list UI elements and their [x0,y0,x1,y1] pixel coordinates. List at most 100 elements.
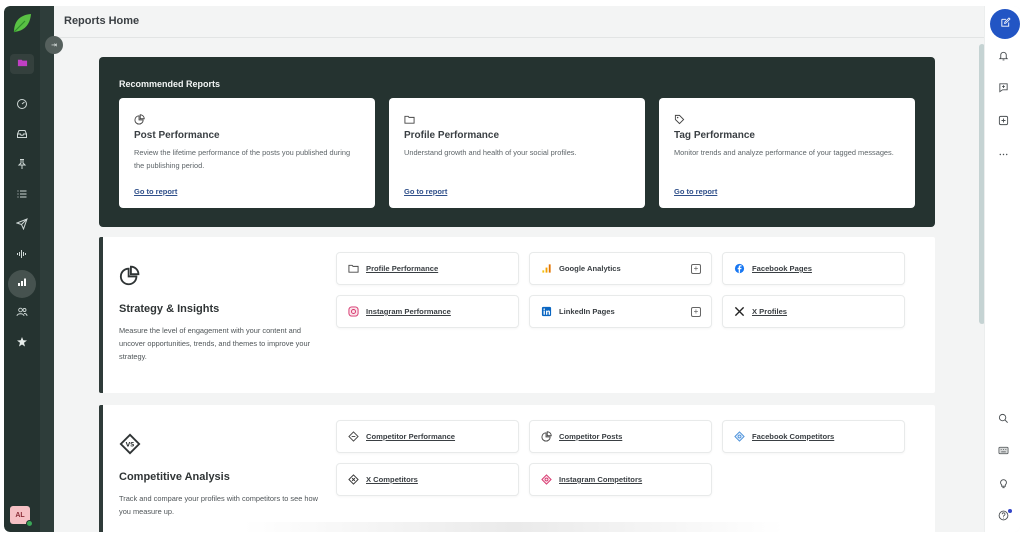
recommended-reports-panel: Recommended Reports Post Performance Rev… [99,57,935,227]
link-x-profiles[interactable]: X Profiles [722,295,905,328]
pie-chart-icon [134,112,146,125]
add-button[interactable] [995,114,1011,130]
link-facebook-competitors[interactable]: Facebook Competitors [722,420,905,453]
compose-button[interactable] [990,9,1020,39]
go-to-report-link[interactable]: Go to report [134,187,177,196]
star-review-icon [16,335,28,353]
nav-reviews[interactable] [10,332,34,356]
link-x-competitors[interactable]: X Competitors [336,463,519,496]
link-instagram-competitors[interactable]: Instagram Competitors [529,463,712,496]
avatar-initials: AL [15,511,25,519]
nav-people[interactable] [10,302,34,326]
pie-chart-icon [119,265,141,292]
send-icon [15,217,28,235]
rec-card-profile-performance: Profile Performance Understand growth an… [389,98,645,208]
keyboard-button[interactable] [995,444,1011,460]
svg-text:VS: VS [126,441,135,448]
nav-reports[interactable] [8,270,36,298]
folder-icon [17,55,28,73]
nav-list[interactable] [10,184,34,208]
help-icon [998,508,1009,526]
link-label: Google Analytics [559,264,621,273]
link-google-analytics[interactable]: Google Analytics + [529,252,712,285]
lightbulb-icon [998,476,1009,494]
left-nav: AL [4,6,40,532]
section-title: Competitive Analysis [119,471,230,483]
section-competitive-analysis: VS Competitive Analysis Track and compar… [99,405,935,532]
page-header: Reports Home [54,6,984,38]
x-icon [733,306,745,318]
link-profile-performance[interactable]: Profile Performance [336,252,519,285]
go-to-report-link[interactable]: Go to report [404,187,447,196]
notifications-button[interactable] [995,49,1011,65]
section-title: Strategy & Insights [119,303,220,315]
rec-card-title: Post Performance [134,130,220,141]
rec-card-description: Review the lifetime performance of the p… [134,148,351,170]
link-label: Competitor Posts [559,432,623,441]
link-facebook-pages[interactable]: Facebook Pages [722,252,905,285]
linkedin-icon [540,306,552,318]
right-rail [984,6,1020,532]
inbox-icon [16,127,28,145]
collapse-nav-button[interactable]: ⇥ [45,36,63,54]
go-to-report-link[interactable]: Go to report [674,187,717,196]
left-nav-secondary [40,6,54,532]
competitor-icon [347,431,359,443]
nav-folder[interactable] [10,54,34,74]
link-competitor-performance[interactable]: Competitor Performance [336,420,519,453]
add-icon[interactable]: + [691,264,701,274]
main-content: Recommended Reports Post Performance Rev… [54,39,984,532]
page-title: Reports Home [64,15,140,27]
link-label: X Competitors [366,475,418,484]
link-label: Facebook Competitors [752,432,835,441]
pie-chart-icon [540,431,552,443]
link-label: LinkedIn Pages [559,307,615,316]
nav-pin[interactable] [10,154,34,178]
rec-card-description: Monitor trends and analyze performance o… [674,148,894,157]
facebook-icon [733,263,745,275]
bottom-fade [244,522,784,532]
link-linkedin-pages[interactable]: LinkedIn Pages + [529,295,712,328]
tips-button[interactable] [995,477,1011,493]
compose-icon [1000,15,1011,33]
pin-icon [16,157,28,175]
link-label: Facebook Pages [752,264,812,273]
folder-icon [347,263,359,275]
versus-icon: VS [119,433,141,460]
app-window: AL ⇥ Reports Home Recommended Reports Po… [4,6,1020,532]
link-label: Profile Performance [366,264,439,273]
tag-icon [674,112,686,125]
gauge-icon [16,97,28,115]
rec-card-tag-performance: Tag Performance Monitor trends and analy… [659,98,915,208]
list-icon [16,187,28,205]
bar-chart-icon [16,275,28,293]
help-notification-dot [1008,509,1012,513]
instagram-icon [347,306,359,318]
nav-listening[interactable] [10,244,34,268]
nav-publish[interactable] [10,214,34,238]
audio-wave-icon [16,247,28,265]
search-button[interactable] [995,412,1011,428]
section-description: Track and compare your profiles with com… [119,494,318,516]
facebook-competitor-icon [733,431,745,443]
add-icon[interactable]: + [691,307,701,317]
rec-card-title: Profile Performance [404,130,500,141]
nav-inbox[interactable] [10,124,34,148]
messages-button[interactable] [995,81,1011,97]
more-button[interactable] [995,148,1011,164]
keyboard-icon [998,443,1009,461]
instagram-competitor-icon [540,474,552,486]
link-instagram-performance[interactable]: Instagram Performance [336,295,519,328]
people-icon [16,305,28,323]
link-label: Instagram Performance [366,307,451,316]
logo-icon[interactable] [11,12,33,34]
section-strategy-insights: Strategy & Insights Measure the level of… [99,237,935,393]
search-icon [998,411,1009,429]
link-competitor-posts[interactable]: Competitor Posts [529,420,712,453]
link-label: Competitor Performance [366,432,456,441]
help-button[interactable] [995,508,1012,526]
nav-dashboard[interactable] [10,94,34,118]
user-avatar[interactable]: AL [10,506,33,527]
rec-card-title: Tag Performance [674,130,755,141]
recommended-title: Recommended Reports [119,79,221,89]
